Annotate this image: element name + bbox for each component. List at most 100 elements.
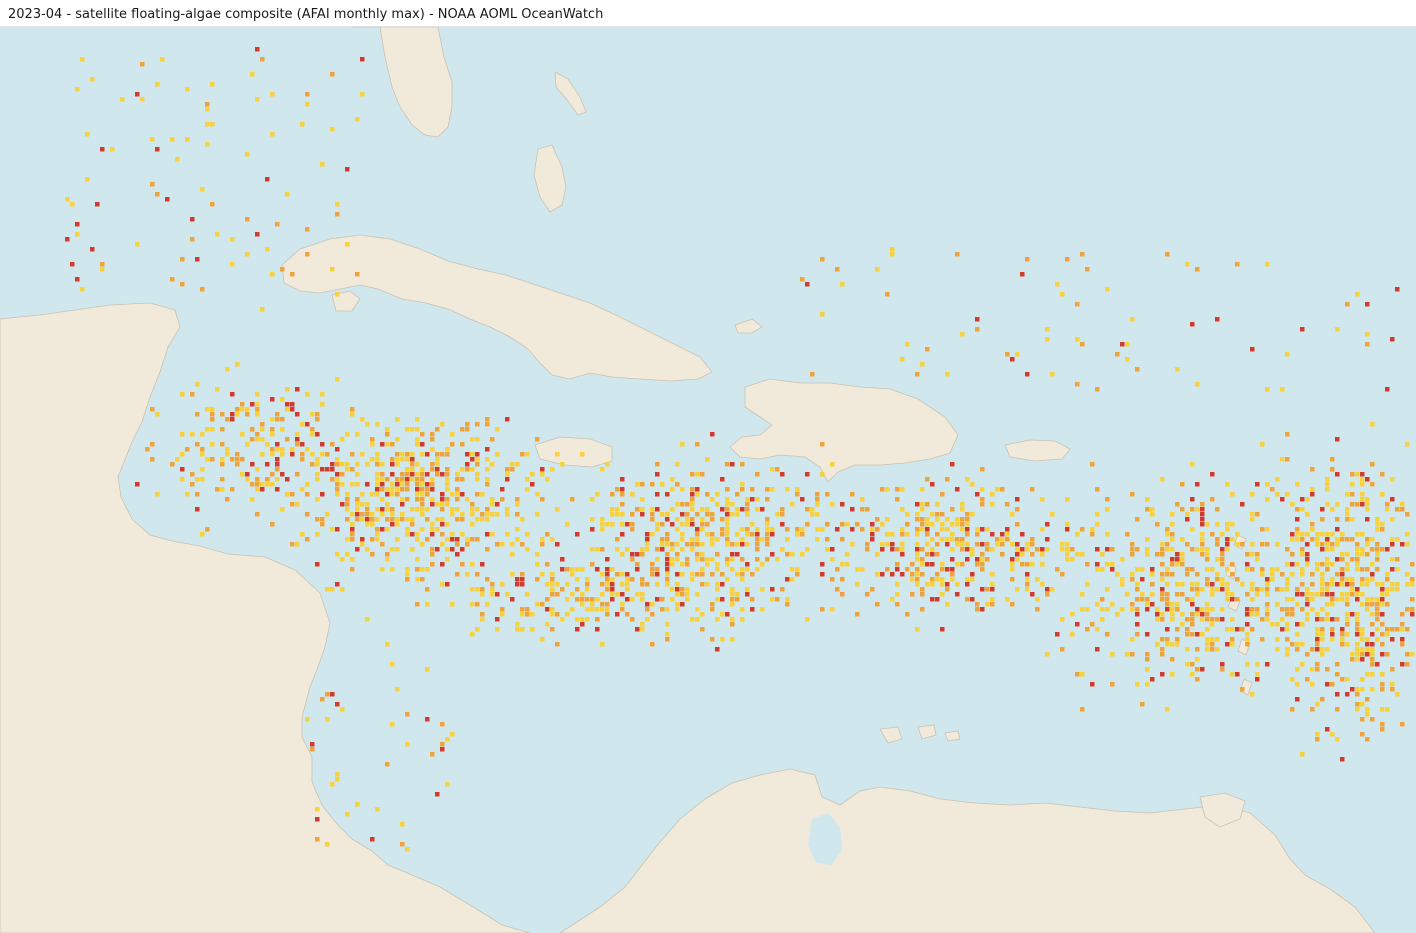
algae-pixel bbox=[735, 542, 740, 547]
algae-pixel bbox=[625, 522, 630, 527]
algae-pixel bbox=[1380, 472, 1385, 477]
algae-pixel bbox=[1065, 257, 1070, 262]
algae-pixel bbox=[1330, 577, 1335, 582]
algae-pixel bbox=[950, 532, 955, 537]
algae-pixel bbox=[715, 537, 720, 542]
algae-pixel bbox=[1295, 592, 1300, 597]
algae-pixel bbox=[270, 272, 275, 277]
algae-pixel bbox=[1250, 347, 1255, 352]
algae-pixel bbox=[1320, 547, 1325, 552]
algae-pixel bbox=[1130, 577, 1135, 582]
algae-pixel bbox=[630, 527, 635, 532]
algae-pixel bbox=[345, 242, 350, 247]
algae-pixel bbox=[740, 607, 745, 612]
algae-pixel bbox=[1360, 627, 1365, 632]
algae-pixel bbox=[1015, 587, 1020, 592]
algae-pixel bbox=[865, 542, 870, 547]
map-area[interactable] bbox=[0, 27, 1416, 933]
algae-pixel bbox=[1110, 602, 1115, 607]
algae-pixel bbox=[955, 487, 960, 492]
algae-pixel bbox=[1300, 662, 1305, 667]
algae-pixel bbox=[1390, 337, 1395, 342]
algae-pixel bbox=[765, 517, 770, 522]
algae-pixel bbox=[265, 177, 270, 182]
algae-pixel bbox=[255, 467, 260, 472]
algae-pixel bbox=[910, 577, 915, 582]
algae-pixel bbox=[470, 522, 475, 527]
algae-pixel bbox=[555, 542, 560, 547]
algae-pixel bbox=[335, 702, 340, 707]
algae-pixel bbox=[205, 122, 210, 127]
algae-pixel bbox=[290, 502, 295, 507]
algae-pixel bbox=[800, 527, 805, 532]
algae-pixel bbox=[1355, 597, 1360, 602]
algae-pixel bbox=[200, 532, 205, 537]
algae-pixel bbox=[1335, 582, 1340, 587]
algae-pixel bbox=[1015, 542, 1020, 547]
algae-pixel bbox=[920, 587, 925, 592]
algae-pixel bbox=[400, 512, 405, 517]
algae-pixel bbox=[405, 497, 410, 502]
algae-pixel bbox=[1330, 732, 1335, 737]
algae-pixel bbox=[305, 717, 310, 722]
algae-pixel bbox=[260, 452, 265, 457]
algae-pixel bbox=[270, 397, 275, 402]
algae-pixel bbox=[1190, 567, 1195, 572]
algae-pixel bbox=[915, 372, 920, 377]
algae-pixel bbox=[620, 487, 625, 492]
algae-pixel bbox=[1180, 557, 1185, 562]
algae-pixel bbox=[1225, 592, 1230, 597]
algae-pixel bbox=[920, 507, 925, 512]
algae-pixel bbox=[1255, 677, 1260, 682]
title-bar: 2023-04 - satellite floating-algae compo… bbox=[0, 0, 1416, 27]
algae-pixel bbox=[710, 512, 715, 517]
algae-pixel bbox=[475, 587, 480, 592]
algae-pixel bbox=[1200, 532, 1205, 537]
algae-pixel bbox=[995, 537, 1000, 542]
algae-pixel bbox=[715, 617, 720, 622]
algae-pixel bbox=[270, 452, 275, 457]
algae-pixel bbox=[350, 467, 355, 472]
algae-pixel bbox=[1030, 592, 1035, 597]
algae-pixel bbox=[710, 542, 715, 547]
algae-pixel bbox=[555, 592, 560, 597]
algae-pixel bbox=[680, 502, 685, 507]
algae-pixel bbox=[190, 217, 195, 222]
algae-pixel bbox=[1005, 532, 1010, 537]
algae-pixel bbox=[1270, 572, 1275, 577]
algae-pixel bbox=[1230, 492, 1235, 497]
algae-pixel bbox=[275, 222, 280, 227]
algae-pixel bbox=[1125, 592, 1130, 597]
algae-pixel bbox=[1310, 492, 1315, 497]
algae-pixel bbox=[70, 202, 75, 207]
algae-pixel bbox=[625, 612, 630, 617]
algae-pixel bbox=[550, 467, 555, 472]
algae-pixel bbox=[1190, 462, 1195, 467]
algae-pixel bbox=[545, 477, 550, 482]
algae-pixel bbox=[290, 542, 295, 547]
algae-pixel bbox=[635, 482, 640, 487]
algae-pixel bbox=[1145, 652, 1150, 657]
algae-pixel bbox=[550, 577, 555, 582]
algae-pixel bbox=[1190, 622, 1195, 627]
algae-pixel bbox=[985, 587, 990, 592]
map-canvas[interactable] bbox=[0, 27, 1416, 933]
algae-pixel bbox=[1365, 672, 1370, 677]
algae-pixel bbox=[660, 597, 665, 602]
algae-pixel bbox=[765, 497, 770, 502]
algae-pixel bbox=[925, 477, 930, 482]
algae-pixel bbox=[665, 542, 670, 547]
algae-pixel bbox=[295, 542, 300, 547]
algae-pixel bbox=[1390, 537, 1395, 542]
algae-pixel bbox=[300, 452, 305, 457]
algae-pixel bbox=[310, 452, 315, 457]
algae-pixel bbox=[1295, 532, 1300, 537]
algae-pixel bbox=[675, 552, 680, 557]
algae-pixel bbox=[745, 527, 750, 532]
algae-pixel bbox=[1305, 512, 1310, 517]
algae-pixel bbox=[750, 497, 755, 502]
algae-pixel bbox=[450, 507, 455, 512]
algae-pixel bbox=[730, 502, 735, 507]
algae-pixel bbox=[1395, 537, 1400, 542]
algae-pixel bbox=[1180, 562, 1185, 567]
